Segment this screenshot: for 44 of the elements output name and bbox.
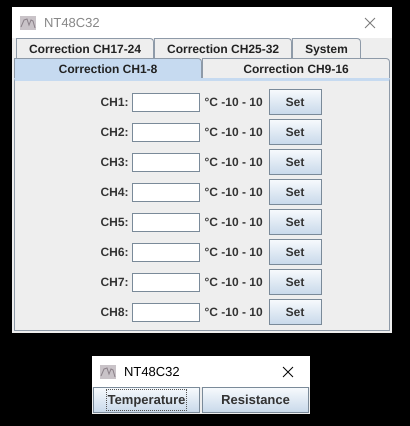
set-button[interactable]: Set [268,89,322,115]
channel-label: CH1: [99,94,128,111]
channel-label: CH5: [99,214,128,231]
tab[interactable]: Correction CH25-32 [154,38,292,58]
channel-label: CH3: [99,154,128,171]
tab[interactable]: Correction CH9-16 [202,58,390,78]
channel-label: CH4: [99,184,128,201]
close-icon[interactable] [282,366,294,378]
chart-icon [20,16,36,30]
mode-button[interactable]: Resistance [202,387,309,413]
range-label: °C -10 - 10 [204,184,264,201]
input-field[interactable] [132,182,200,202]
set-button[interactable]: Set [268,239,322,265]
range-label: °C -10 - 10 [204,214,264,231]
input-field[interactable] [132,122,200,142]
range-label: °C -10 - 10 [204,274,264,291]
range-label: °C -10 - 10 [204,154,264,171]
tab[interactable]: Correction CH1-8 [14,58,202,78]
channel-label: CH6: [99,244,128,261]
chart-icon [100,364,116,378]
set-button[interactable]: Set [268,269,322,295]
mode-button[interactable]: Temperature [93,387,200,413]
set-button[interactable]: Set [268,209,322,235]
range-label: °C -10 - 10 [204,94,264,111]
input-field[interactable] [132,92,200,112]
window-title: NT48C32 [44,14,101,32]
range-label: °C -10 - 10 [204,244,264,261]
channel-label: CH2: [99,124,128,141]
input-field[interactable] [132,302,200,322]
channel-label: CH8: [99,304,128,321]
set-button[interactable]: Set [268,299,322,325]
tab[interactable]: Correction CH17-24 [16,38,154,58]
input-field[interactable] [132,212,200,232]
window-title: NT48C32 [124,362,181,381]
channel-label: CH7: [99,274,128,291]
set-button[interactable]: Set [268,149,322,175]
range-label: °C -10 - 10 [204,304,264,321]
input-field[interactable] [132,272,200,292]
set-button[interactable]: Set [268,179,322,205]
tab[interactable]: System [292,38,361,58]
set-button[interactable]: Set [268,119,322,145]
range-label: °C -10 - 10 [204,124,264,141]
input-field[interactable] [132,242,200,262]
input-field[interactable] [132,152,200,172]
